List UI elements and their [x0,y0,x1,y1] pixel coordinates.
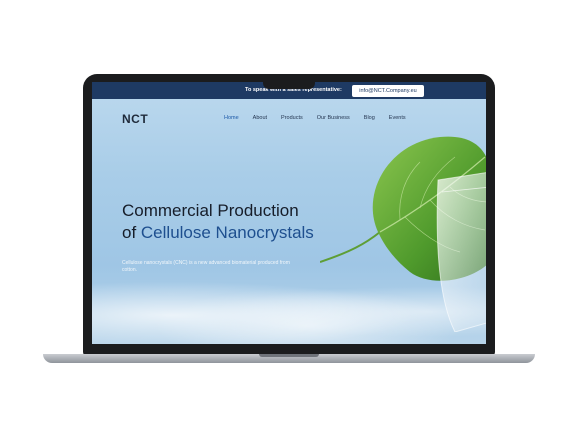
nav-events[interactable]: Events [389,115,406,121]
leaf-illustration [319,132,486,333]
laptop-base-notch [259,354,319,357]
hero-subtitle: Cellulose nanocrystals (CNC) is a new ad… [122,260,290,273]
main-nav: Home About Products Our Business Blog Ev… [224,115,420,121]
nav-home[interactable]: Home [224,115,239,121]
leaf-icon [319,136,486,333]
email-button[interactable]: info@NCT.Company.eu [352,85,424,97]
hero-line-2-prefix: of [122,223,141,242]
nav-products[interactable]: Products [281,115,303,121]
hero-headline: Commercial Production of Cellulose Nanoc… [122,200,314,244]
nav-about[interactable]: About [253,115,267,121]
hero-line-1: Commercial Production [122,201,299,220]
site-logo[interactable]: NCT [122,112,148,126]
nav-blog[interactable]: Blog [364,115,375,121]
website-screen: To speak with a sales representative: in… [92,82,486,344]
hero-line-2: of Cellulose Nanocrystals [122,222,314,244]
camera-notch [263,74,315,89]
nav-our-business[interactable]: Our Business [317,115,350,121]
hero-line-2-accent: Cellulose Nanocrystals [140,223,314,242]
